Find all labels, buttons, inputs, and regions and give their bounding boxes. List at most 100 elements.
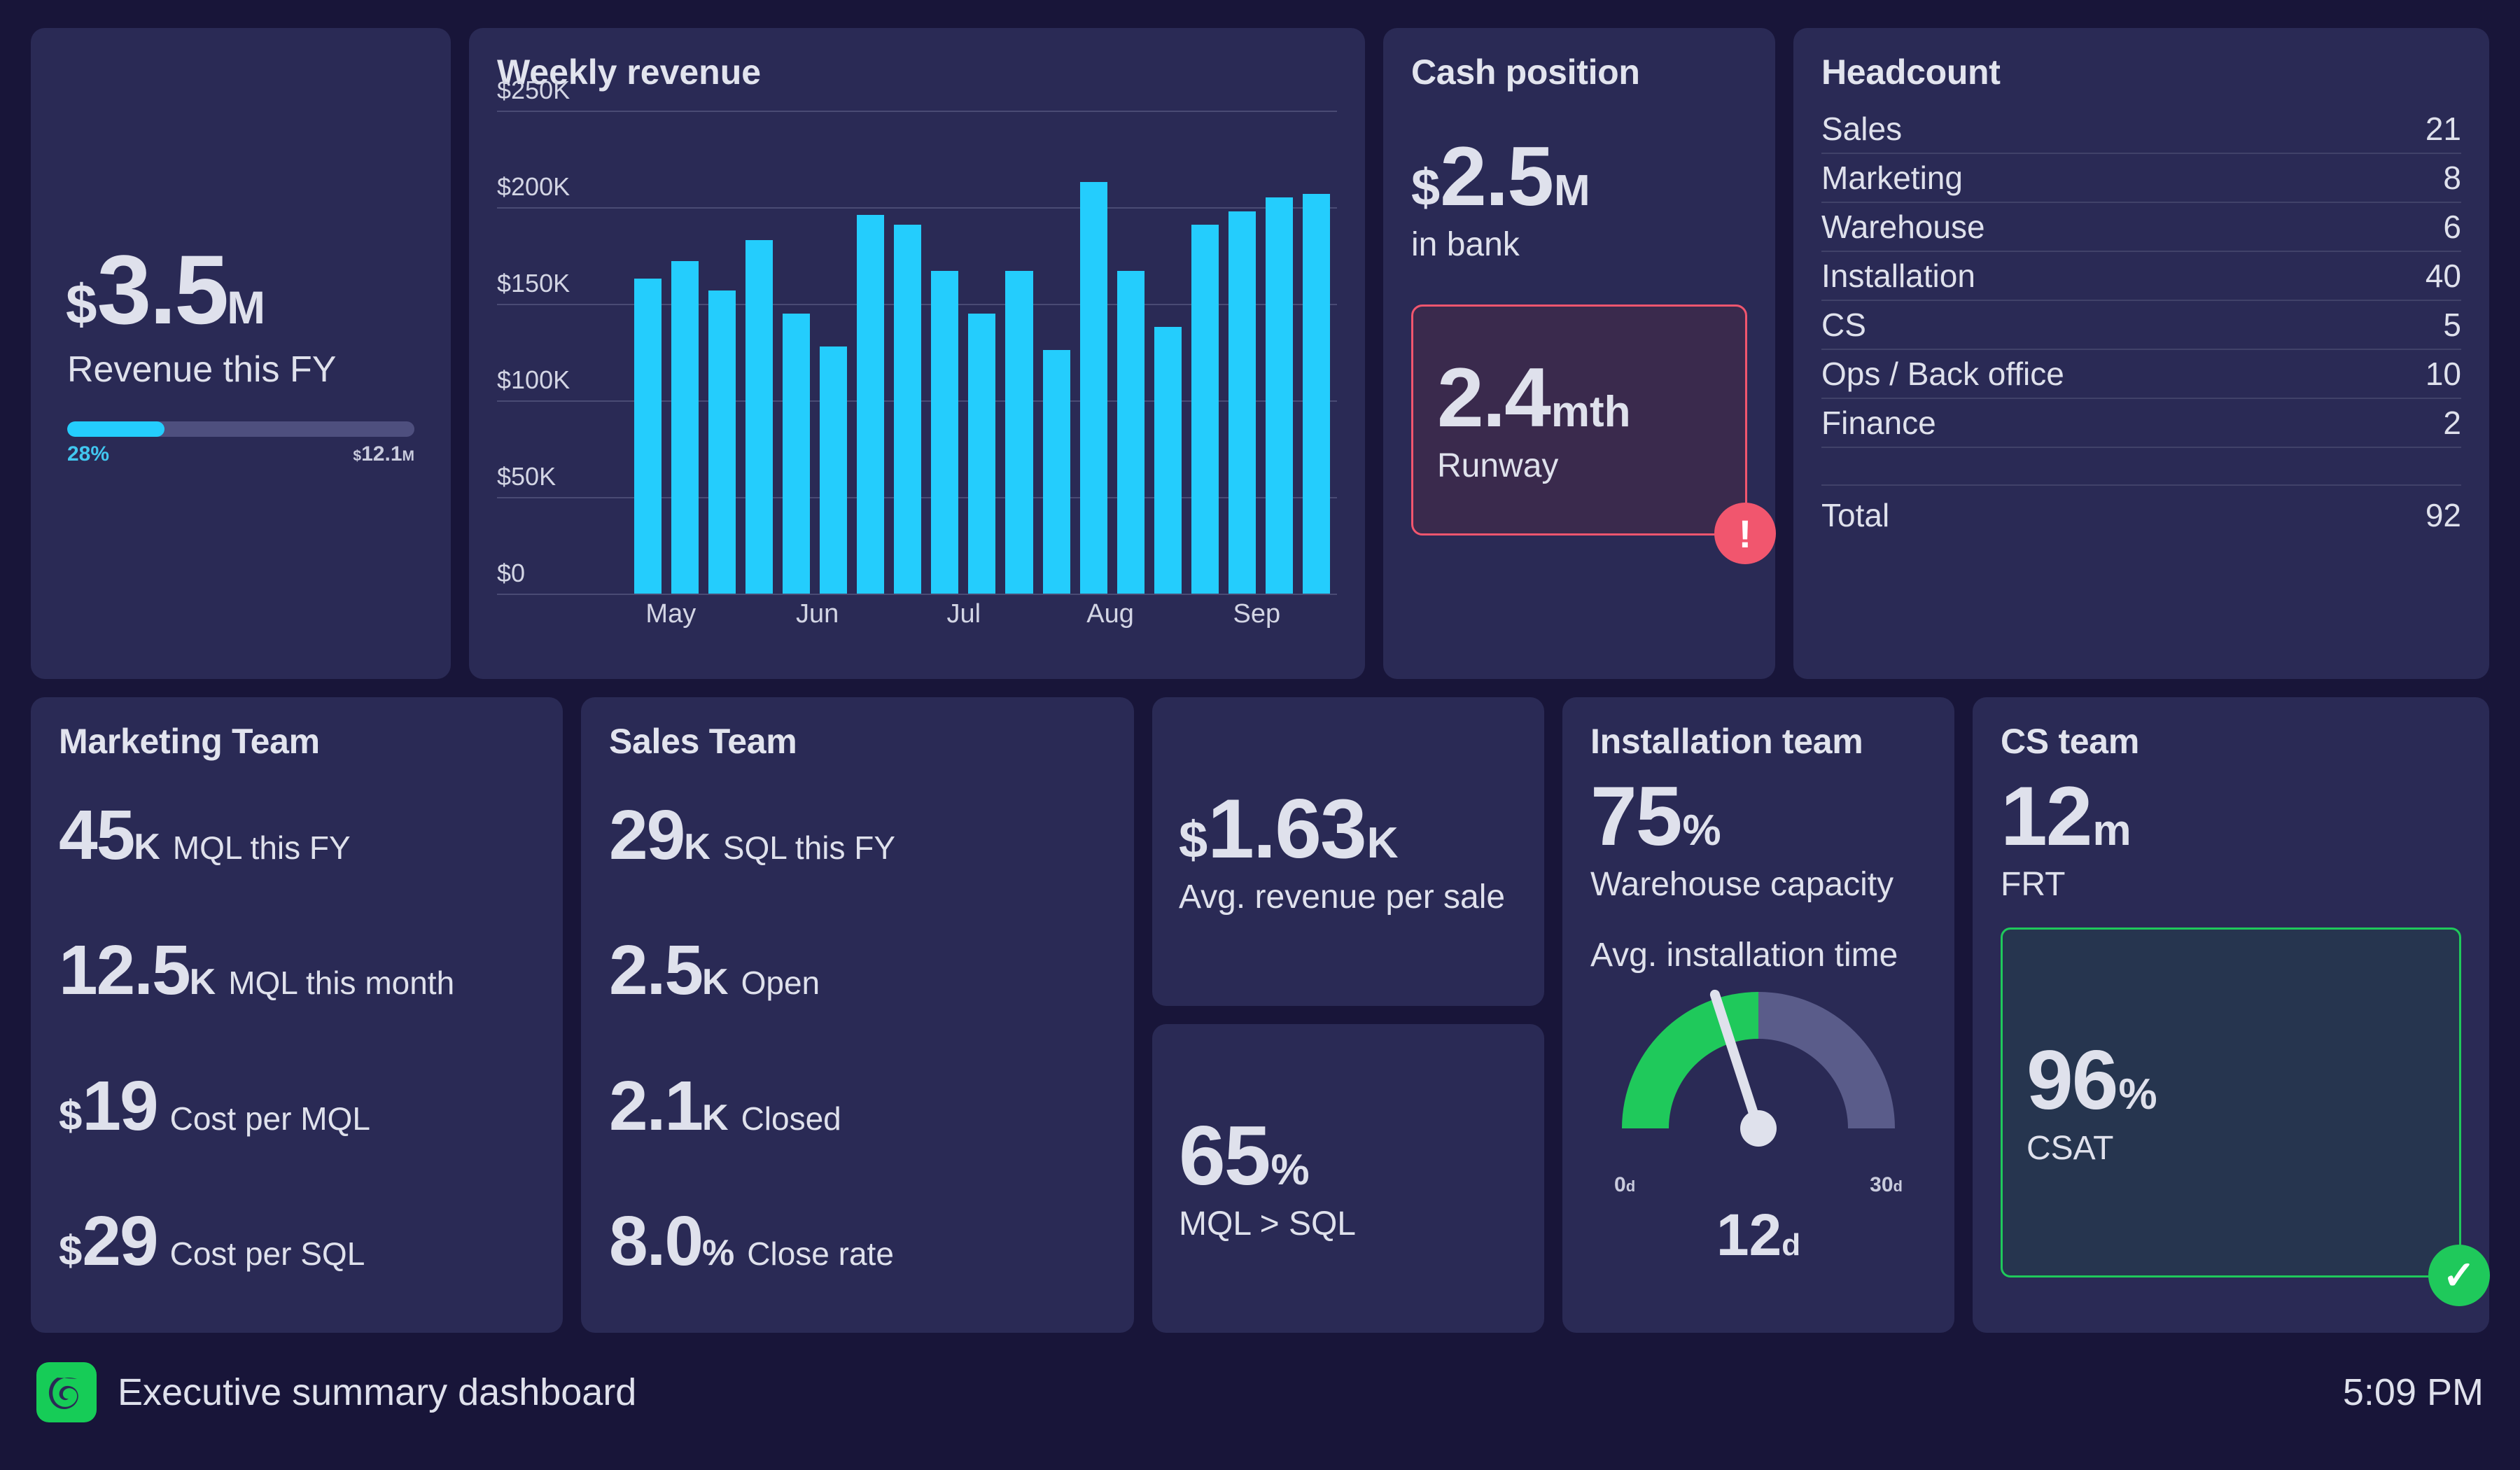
installation-team-card[interactable]: Installation team 75 % Warehouse capacit… [1562,697,1954,1333]
gauge-min-tick: 0d [1614,1173,1635,1197]
runway-alert-box[interactable]: 2.4 mth Runway ! [1411,304,1776,564]
sales-metric-value: 8.0 [609,1202,704,1281]
marketing-metric-currency: $ [59,1091,83,1139]
avg-installation-time-label: Avg. installation time [1590,937,1898,974]
sales-metric-unit: K [702,962,729,1003]
sales-metric-unit: K [702,1097,729,1138]
headcount-row-label: Warehouse [1821,209,1985,245]
chart-y-tick-label: $250K [497,76,570,104]
frt-value: 12 [2001,769,2092,863]
headcount-row-label: CS [1821,307,1866,343]
chart-bar [1005,271,1033,594]
footer-left: Executive summary dashboard [36,1362,636,1422]
marketing-metric-value: 12.5 [59,931,191,1010]
avg-revenue-currency: $ [1179,811,1208,869]
sales-team-title: Sales Team [609,722,797,761]
revenue-goal-value: 12.1 [361,442,402,465]
clock-time: 5:09 PM [2342,1371,2484,1413]
cs-team-card[interactable]: CS team 12 m FRT 96 % CSAT ✓ [1973,697,2490,1333]
sales-team-card[interactable]: Sales Team 29 K SQL this FY 2.5 K Open 2.1 K Clo… [581,697,1134,1333]
headcount-total-value: 92 [2425,497,2461,533]
middle-metric-column: $ 1.63 K Avg. revenue per sale 65 % MQL … [1152,697,1544,1333]
installation-time-gauge [1590,988,1926,1177]
revenue-progress-percent: 28% [67,442,110,465]
chart-title: Weekly revenue [497,52,762,92]
revenue-fy-card[interactable]: $ 3.5 M Revenue this FY 28% $12.1M [31,28,451,679]
sales-metric-label: Closed [741,1100,841,1137]
mql-sql-label: MQL > SQL [1179,1205,1356,1242]
chart-bar [746,239,774,594]
cash-position-card[interactable]: Cash position $ 2.5 M in bank 2.4 mth Ru… [1383,28,1776,679]
sales-metric-row: 29 K SQL this FY [609,800,1106,870]
gauge-max-tick: 30d [1870,1173,1903,1197]
marketing-metric-label: Cost per MQL [169,1100,370,1137]
runway-label: Runway [1437,447,1559,484]
chart-bar [1042,350,1070,594]
chart-x-tick-label: Jul [946,599,981,629]
cash-in-bank-metric: $ 2.5 M [1411,134,1747,218]
avg-revenue-label: Avg. revenue per sale [1179,878,1506,916]
revenue-value: 3.5 [97,234,230,344]
marketing-metric-label: Cost per SQL [169,1236,365,1273]
chart-bar [783,313,811,594]
gauge-current-value: 12d [1590,1201,1926,1269]
chart-bar [708,290,736,594]
chart-bar [1265,197,1293,594]
dashboard-title: Executive summary dashboard [118,1371,637,1413]
mql-sql-unit: % [1270,1146,1310,1194]
chart-bar [894,224,922,594]
chart-bar [671,261,699,594]
chart-y-tick-label: $150K [497,269,570,298]
frt-metric: 12 m [2001,774,2461,858]
headcount-total-row: Total 92 [1821,484,2461,545]
headcount-row-label: Finance [1821,405,1936,441]
mql-sql-value: 65 [1179,1109,1270,1203]
revenue-fy-metric: $ 3.5 M [59,241,423,339]
headcount-row: Sales 21 [1821,105,2461,154]
mql-to-sql-card[interactable]: 65 % MQL > SQL [1152,1024,1544,1333]
chart-y-tick-label: $100K [497,365,570,394]
sales-metric-row: 2.5 K Open [609,935,1106,1005]
warehouse-capacity-unit: % [1682,806,1721,855]
headcount-row-value: 5 [2443,307,2461,343]
avg-revenue-per-sale-card[interactable]: $ 1.63 K Avg. revenue per sale [1152,697,1544,1006]
runway-metric: 2.4 mth [1437,356,1721,440]
avg-revenue-value: 1.63 [1208,782,1367,876]
weekly-revenue-chart-card[interactable]: Weekly revenue $0 $50K $100K $150K $200K $250… [469,28,1365,679]
headcount-row: Warehouse 6 [1821,203,2461,252]
headcount-rows: Sales 21 Marketing 8 Warehouse 6 Installation 4… [1821,105,2461,448]
csat-value: 96 [2026,1032,2118,1127]
gauge-value-number: 12 [1716,1202,1782,1268]
revenue-goal-unit: M [402,448,415,464]
gauge-max-unit: d [1893,1177,1903,1195]
headcount-row-label: Marketing [1821,160,1963,196]
chart-bar [1079,182,1107,594]
headcount-row: Marketing 8 [1821,154,2461,203]
marketing-team-card[interactable]: Marketing Team 45 K MQL this FY 12.5 K MQL th… [31,697,563,1333]
alert-exclamation-icon: ! [1714,503,1776,564]
gauge-hub [1740,1110,1777,1147]
sales-metric-unit: K [684,826,710,867]
warehouse-capacity-value: 75 [1590,769,1682,863]
marketing-metric-unit: K [189,962,216,1003]
csat-ok-box[interactable]: 96 % CSAT ✓ [2001,927,2490,1306]
sales-metric-value: 29 [609,795,685,874]
marketing-metric-unit: K [134,826,160,867]
headcount-card[interactable]: Headcount Sales 21 Marketing 8 Warehouse 6 Ins… [1793,28,2489,679]
spiral-glyph-icon [48,1378,78,1410]
marketing-metric-currency: $ [59,1227,83,1275]
installation-team-title: Installation team [1590,722,1863,761]
revenue-label: Revenue this FY [67,349,337,390]
runway-value: 2.4 [1437,350,1551,444]
runway-unit: mth [1550,387,1631,436]
dashboard-root: $ 3.5 M Revenue this FY 28% $12.1M Weekl… [0,0,2520,1470]
footer-bar: Executive summary dashboard 5:09 PM [31,1333,2489,1452]
headcount-row: Finance 2 [1821,399,2461,448]
cs-team-title: CS team [2001,722,2139,761]
app-logo-icon [36,1362,97,1422]
gauge-min-unit: d [1625,1177,1636,1195]
revenue-unit: M [227,281,266,333]
revenue-progress-fill [67,421,164,437]
chart-y-axis: $0 $50K $100K $150K $200K $250K [497,76,630,594]
marketing-metric-row: $29 Cost per SQL [59,1206,535,1276]
